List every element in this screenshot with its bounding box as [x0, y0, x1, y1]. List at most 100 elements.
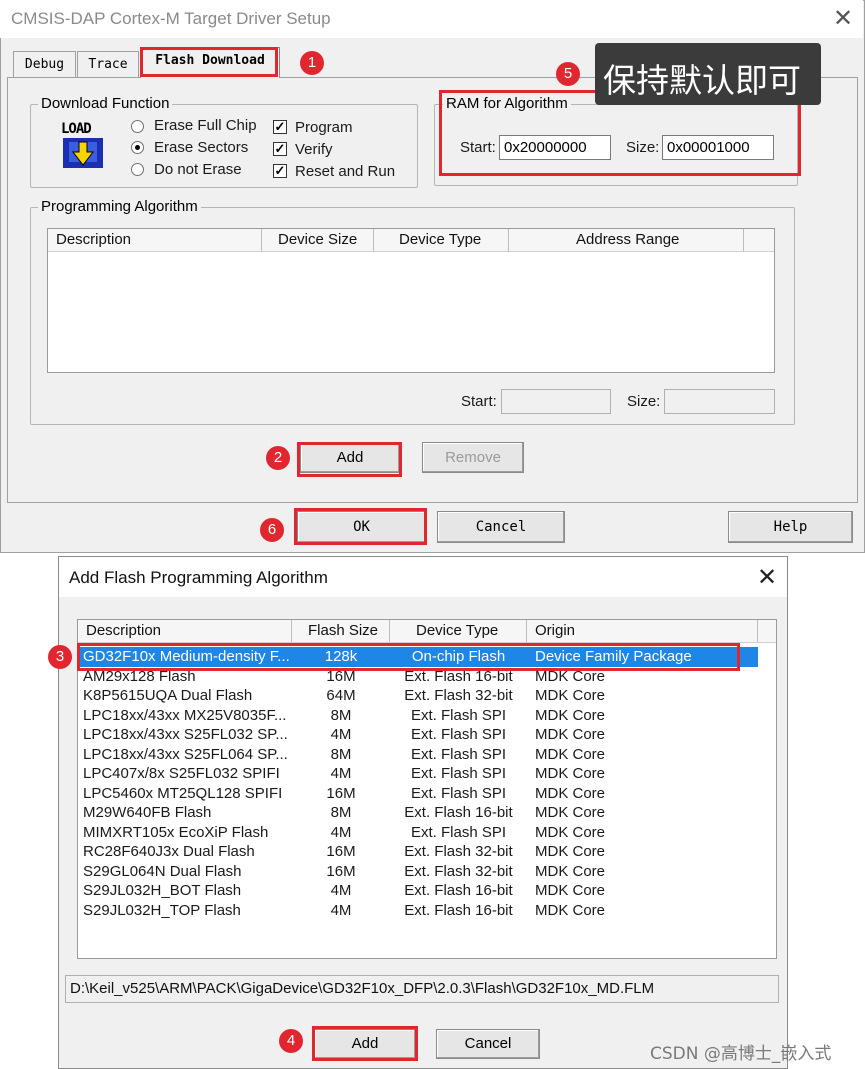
cell-description: S29GL064N Dual Flash — [83, 862, 242, 880]
cell-flash-size: 16M — [326, 784, 356, 802]
column-origin[interactable]: Origin — [527, 620, 758, 642]
column-device-type[interactable]: Device Type — [374, 229, 509, 251]
help-button[interactable]: Help — [728, 511, 853, 543]
cell-origin: MDK Core — [535, 765, 606, 782]
highlight-add-button — [297, 442, 402, 477]
cell-origin: MDK Core — [535, 823, 606, 841]
step-badge-3: 3 — [48, 645, 72, 669]
cell-flash-size: 8M — [330, 804, 352, 821]
cell-flash-size: 4M — [330, 765, 352, 782]
algorithm-list-header: Description Device Size Device Type Addr… — [48, 229, 774, 252]
window-title: Add Flash Programming Algorithm — [69, 568, 328, 587]
algorithm-path-field: D:\Keil_v525\ARM\PACK\GigaDevice\GD32F10… — [65, 975, 779, 1003]
cell-description: M29W640FB Flash — [83, 804, 212, 821]
cell-device-type: Ext. Flash 16-bit — [404, 804, 513, 821]
tab-debug[interactable]: Debug — [13, 51, 76, 78]
radio-erase-full-chip[interactable] — [131, 120, 144, 133]
cell-origin: MDK Core — [535, 882, 606, 899]
cell-description: LPC407x/8x S25FL032 SPIFI — [83, 765, 280, 782]
column-flash-size[interactable]: Flash Size — [292, 620, 390, 642]
cancel-button[interactable]: Cancel — [436, 1029, 540, 1059]
table-row[interactable]: S29JL032H_BOT Flash 4M Ext. Flash 16-bit MD… — [78, 881, 776, 901]
table-row[interactable]: S29GL064N Dual Flash 16M Ext. Flash 32-bit… — [78, 862, 776, 882]
highlight-add-algorithm-button — [312, 1026, 418, 1061]
cell-flash-size: 16M — [326, 862, 356, 880]
cell-flash-size: 4M — [330, 901, 352, 919]
cell-description: LPC18xx/43xx MX25V8035F... — [83, 706, 287, 724]
cell-flash-size: 4M — [330, 882, 352, 899]
cell-device-type: Ext. Flash SPI — [410, 706, 507, 724]
load-icon: LOAD — [59, 121, 109, 169]
column-description[interactable]: Description — [78, 620, 292, 642]
column-device-size[interactable]: Device Size — [262, 229, 374, 251]
table-row[interactable]: LPC18xx/43xx S25FL064 SP... 8M Ext. Flash … — [78, 745, 776, 765]
radio-do-not-erase[interactable] — [131, 163, 144, 176]
window-title: CMSIS-DAP Cortex-M Target Driver Setup — [11, 9, 331, 28]
cell-flash-size: 8M — [330, 745, 352, 763]
step-badge-1: 1 — [300, 51, 324, 75]
cell-flash-size: 16M — [326, 843, 356, 860]
algo-start-label: Start: — [461, 393, 497, 410]
table-row[interactable]: MIMXRT105x EcoXiP Flash 4M Ext. Flash SPI M… — [78, 823, 776, 843]
column-address-range[interactable]: Address Range — [509, 229, 744, 251]
table-row[interactable]: K8P5615UQA Dual Flash 64M Ext. Flash 32-bi… — [78, 686, 776, 706]
checkbox-verify[interactable]: ✓ — [273, 142, 287, 156]
radio-erase-full-chip-label: Erase Full Chip — [154, 117, 257, 134]
cell-description: LPC18xx/43xx S25FL032 SP... — [83, 726, 288, 743]
table-row[interactable]: LPC18xx/43xx S25FL032 SP... 4M Ext. Flash … — [78, 725, 776, 745]
watermark: CSDN @高博士_嵌入式 — [650, 1044, 832, 1064]
algo-size-input — [664, 389, 775, 414]
close-icon[interactable]: ✕ — [828, 4, 858, 34]
table-row[interactable]: M29W640FB Flash 8M Ext. Flash 16-bit MDK Co… — [78, 803, 776, 823]
checkbox-reset-and-run[interactable]: ✓ — [273, 164, 287, 178]
checkbox-verify-label: Verify — [295, 141, 333, 158]
checkbox-program[interactable]: ✓ — [273, 120, 287, 134]
table-row[interactable]: LPC18xx/43xx MX25V8035F... 8M Ext. Flash S… — [78, 706, 776, 726]
radio-erase-sectors-label: Erase Sectors — [154, 139, 249, 156]
algorithm-list[interactable]: Description Device Size Device Type Addr… — [47, 228, 775, 373]
cancel-button[interactable]: Cancel — [437, 511, 565, 543]
table-row[interactable]: LPC407x/8x S25FL032 SPIFI 4M Ext. Flash SP… — [78, 764, 776, 784]
download-function-title: Download Function — [38, 95, 173, 112]
cell-origin: MDK Core — [535, 745, 606, 763]
algo-size-label: Size: — [627, 393, 661, 410]
programming-algorithm-title: Programming Algorithm — [38, 198, 201, 215]
cell-device-type: Ext. Flash SPI — [410, 726, 507, 743]
note-text: 保持默认即可 — [603, 61, 801, 100]
cell-device-type: Ext. Flash 32-bit — [404, 843, 513, 860]
column-description[interactable]: Description — [48, 229, 262, 251]
cell-origin: MDK Core — [535, 706, 606, 724]
table-row[interactable]: RC28F640J3x Dual Flash 16M Ext. Flash 32-b… — [78, 842, 776, 862]
cell-description: S29JL032H_TOP Flash — [83, 901, 241, 919]
cell-description: K8P5615UQA Dual Flash — [83, 687, 253, 704]
cell-origin: MDK Core — [535, 726, 606, 743]
cell-device-type: Ext. Flash SPI — [410, 784, 507, 802]
checkbox-program-label: Program — [295, 119, 353, 136]
algo-start-input — [501, 389, 611, 414]
cell-device-type: Ext. Flash 32-bit — [404, 687, 513, 704]
cell-description: LPC18xx/43xx S25FL064 SP... — [83, 745, 288, 763]
cell-flash-size: 8M — [330, 706, 352, 724]
cell-device-type: Ext. Flash SPI — [410, 823, 507, 841]
remove-button: Remove — [422, 442, 524, 473]
cell-origin: MDK Core — [535, 784, 606, 802]
table-row[interactable]: S29JL032H_TOP Flash 4M Ext. Flash 16-bit MD… — [78, 901, 776, 921]
table-row[interactable]: LPC5460x MT25QL128 SPIFI 16M Ext. Flash SP… — [78, 784, 776, 804]
cell-origin: MDK Core — [535, 687, 606, 704]
radio-erase-sectors[interactable] — [131, 141, 144, 154]
cell-origin: MDK Core — [535, 901, 606, 919]
cell-origin: MDK Core — [535, 862, 606, 880]
cell-flash-size: 4M — [330, 823, 352, 841]
column-device-type[interactable]: Device Type — [390, 620, 527, 642]
step-badge-4: 4 — [279, 1029, 303, 1053]
cell-device-type: Ext. Flash 16-bit — [404, 901, 513, 919]
tab-trace[interactable]: Trace — [77, 51, 139, 78]
cell-description: MIMXRT105x EcoXiP Flash — [83, 823, 269, 841]
highlight-flash-download-tab — [140, 47, 278, 77]
cell-device-type: Ext. Flash 16-bit — [404, 882, 513, 899]
cell-origin: MDK Core — [535, 804, 606, 821]
load-icon-label: LOAD — [61, 121, 92, 137]
cell-description: LPC5460x MT25QL128 SPIFI — [83, 784, 283, 802]
radio-do-not-erase-label: Do not Erase — [154, 161, 242, 178]
close-icon[interactable]: ✕ — [752, 563, 782, 593]
